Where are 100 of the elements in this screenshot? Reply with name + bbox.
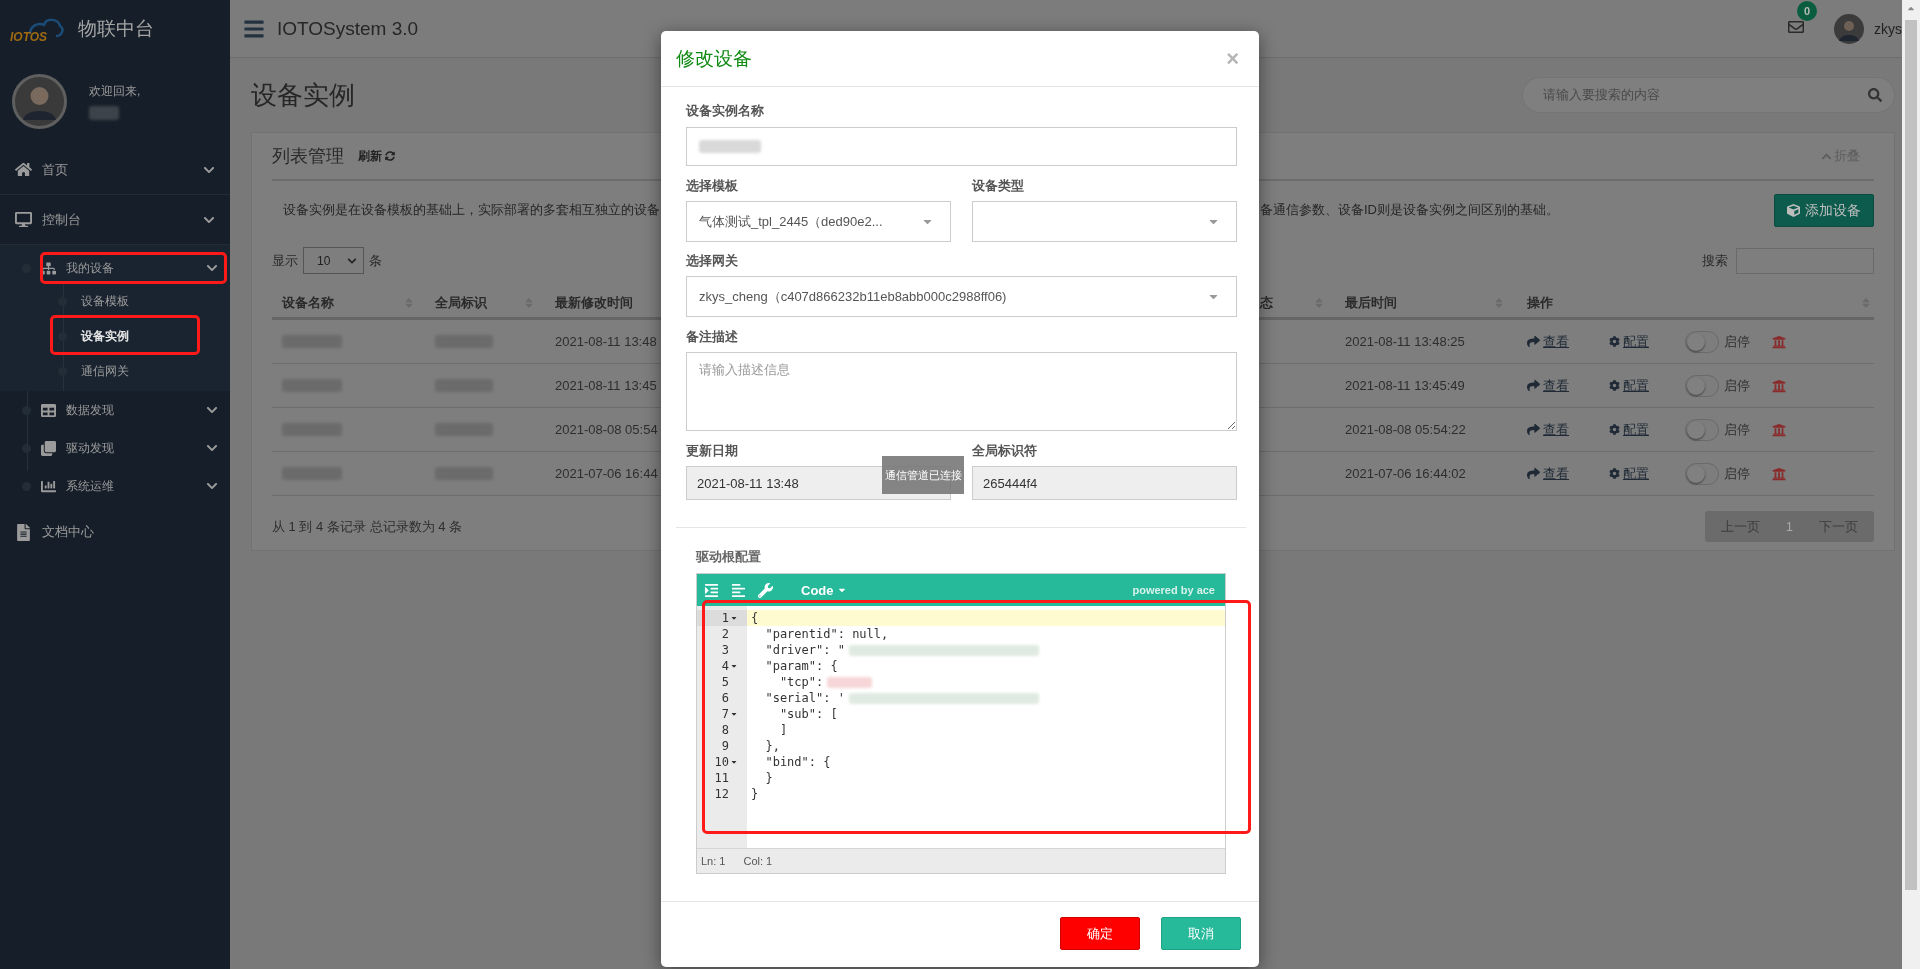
view-link[interactable]: 查看 bbox=[1543, 332, 1569, 351]
menu-item[interactable]: 驱动发现 bbox=[0, 429, 230, 467]
avatar bbox=[1834, 13, 1864, 44]
share-icon bbox=[1527, 379, 1540, 392]
toggle-switch[interactable] bbox=[1685, 418, 1719, 441]
bank-icon bbox=[1772, 422, 1786, 437]
code-line: } bbox=[764, 770, 773, 786]
chevron-down-icon bbox=[206, 262, 218, 274]
table-cell: 2021-08-08 05:54:22 bbox=[1345, 422, 1466, 437]
view-link[interactable]: 查看 bbox=[1543, 464, 1569, 483]
menu-item[interactable]: 首页 bbox=[0, 145, 230, 195]
format-icon bbox=[704, 582, 719, 598]
toggle-switch[interactable] bbox=[1685, 462, 1719, 485]
line-number: 5 bbox=[721, 674, 729, 690]
mode-menu[interactable]: Code bbox=[801, 582, 847, 598]
gear-icon bbox=[1609, 468, 1620, 479]
bank-icon bbox=[1772, 334, 1786, 349]
template-select[interactable]: 气体测试_tpl_2445（ded90e2... bbox=[686, 201, 951, 242]
gateway-select[interactable]: zkys_cheng（c407d866232b11eb8abb000c2988ff06) bbox=[686, 276, 1237, 317]
column-header[interactable]: 态 bbox=[1260, 294, 1273, 312]
chevron-down-icon bbox=[206, 442, 218, 454]
menu-item[interactable]: 我的设备 bbox=[0, 252, 230, 284]
scrollbar[interactable] bbox=[1902, 0, 1920, 969]
config-link[interactable]: 配置 bbox=[1623, 332, 1649, 351]
powered-by-text: powered by ace bbox=[1132, 584, 1215, 596]
code-line: } bbox=[751, 786, 759, 802]
share-icon bbox=[1527, 423, 1540, 436]
bank-icon bbox=[1772, 466, 1786, 481]
field-label: 选择模板 bbox=[686, 177, 739, 195]
home-icon bbox=[15, 161, 32, 178]
chevron-down-icon bbox=[347, 255, 357, 266]
redacted-text bbox=[827, 676, 873, 688]
type-select[interactable] bbox=[972, 201, 1237, 242]
toggle-switch[interactable] bbox=[1685, 330, 1719, 353]
share-icon bbox=[1527, 335, 1540, 348]
column-header[interactable]: 操作 bbox=[1527, 294, 1553, 312]
code-line: { bbox=[751, 610, 759, 626]
bank-icon bbox=[1772, 378, 1786, 393]
add-device-button[interactable]: 添加设备 bbox=[1774, 194, 1874, 227]
toggle-label: 启停 bbox=[1724, 376, 1751, 395]
table-cell: 2021-07-06 16:44 bbox=[555, 466, 658, 481]
page-size-select[interactable]: 10 bbox=[303, 247, 364, 274]
code-line: "param": { bbox=[764, 658, 838, 674]
table-cell: 2021-08-11 13:45:49 bbox=[1345, 378, 1465, 393]
field-label: 备注描述 bbox=[686, 328, 739, 346]
menu-item[interactable]: 数据发现 bbox=[0, 391, 230, 429]
dialog-title: 修改设备 bbox=[676, 46, 752, 71]
refresh-icon bbox=[385, 151, 395, 161]
input-field[interactable] bbox=[686, 127, 1237, 166]
panel-title: 列表管理 bbox=[272, 145, 344, 168]
menu-item[interactable]: 通信网关 bbox=[0, 354, 230, 389]
column-header[interactable]: 最新修改时间 bbox=[555, 294, 633, 312]
line-number: 12 bbox=[714, 786, 729, 802]
menu-item[interactable]: 设备实例 bbox=[0, 319, 230, 354]
line-number: 1 bbox=[721, 610, 729, 626]
column-header[interactable]: 最后时间 bbox=[1345, 294, 1397, 312]
logo-text: IOTOS bbox=[10, 30, 48, 44]
wrench-icon bbox=[758, 582, 773, 598]
welcome-text: 欢迎回来, bbox=[89, 83, 141, 100]
toggle-switch[interactable] bbox=[1685, 374, 1719, 397]
user-name[interactable]: zkys bbox=[1874, 20, 1902, 37]
view-link[interactable]: 查看 bbox=[1543, 376, 1569, 395]
cancel-button[interactable]: 取消 bbox=[1161, 917, 1241, 950]
field-label: 设备类型 bbox=[972, 177, 1025, 195]
gear-icon bbox=[1609, 380, 1620, 391]
count-badge: 0 bbox=[1797, 0, 1817, 21]
line-number: 4 bbox=[721, 658, 729, 674]
line-number: 9 bbox=[721, 738, 729, 754]
table-cell: 2021-08-11 13:48:25 bbox=[1345, 334, 1465, 349]
compact-icon bbox=[731, 582, 746, 598]
config-link[interactable]: 配置 bbox=[1623, 376, 1649, 395]
toast-message: 通信管道已连接 bbox=[882, 456, 964, 494]
confirm-button[interactable]: 确定 bbox=[1060, 917, 1140, 950]
view-link[interactable]: 查看 bbox=[1543, 420, 1569, 439]
sitemap-icon bbox=[41, 260, 56, 276]
page-title: 设备实例 bbox=[251, 78, 355, 112]
search-label: 搜索 bbox=[1702, 251, 1728, 270]
section-label: 驱动根配置 bbox=[696, 548, 762, 566]
search-icon bbox=[1868, 88, 1882, 102]
column-header[interactable]: 设备名称 bbox=[282, 294, 334, 312]
menu-item[interactable]: 系统运维 bbox=[0, 467, 230, 505]
config-link[interactable]: 配置 bbox=[1623, 464, 1649, 483]
guid-field[interactable]: 265444f4 bbox=[972, 466, 1237, 500]
menu-item[interactable]: 设备模板 bbox=[0, 284, 230, 319]
gear-icon bbox=[1609, 424, 1620, 435]
app-name: IOTOSystem 3.0 bbox=[277, 17, 419, 40]
column-header[interactable]: 全局标识 bbox=[435, 294, 487, 312]
menu-item[interactable]: 文档中心 bbox=[0, 507, 230, 557]
description-field[interactable]: 请输入描述信息 bbox=[686, 352, 1237, 431]
refresh-button[interactable]: 刷新 bbox=[358, 147, 395, 165]
code-line: "tcp": bbox=[778, 674, 824, 690]
fold-icon bbox=[730, 758, 738, 766]
toggle-label: 启停 bbox=[1724, 332, 1751, 351]
code-line: }, bbox=[764, 738, 780, 754]
config-link[interactable]: 配置 bbox=[1623, 420, 1649, 439]
close-button[interactable]: × bbox=[1226, 47, 1239, 70]
line-number: 7 bbox=[721, 706, 729, 722]
description-text: 设备实例是在设备模板的基础上，实际部署的多套相互独立的设备 bbox=[282, 201, 661, 219]
page-number[interactable]: 1 bbox=[1779, 519, 1799, 534]
share-icon bbox=[1527, 467, 1540, 480]
